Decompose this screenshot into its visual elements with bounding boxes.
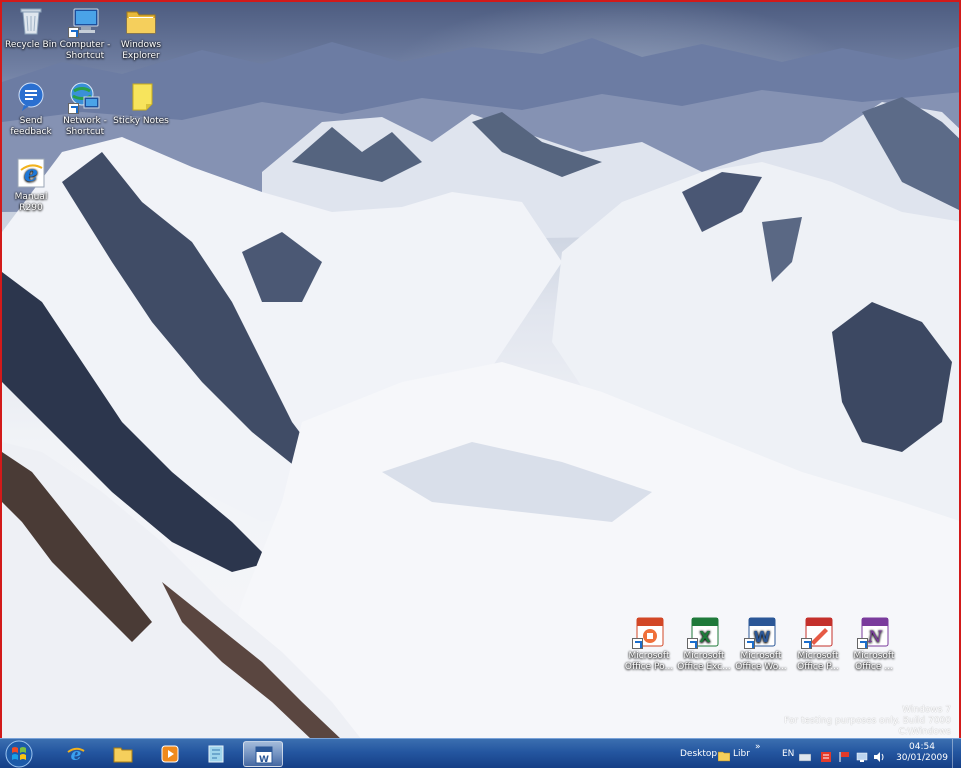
clock-time: 04:54 bbox=[909, 742, 935, 752]
language-indicator[interactable]: EN bbox=[782, 749, 794, 760]
clock-date: 30/01/2009 bbox=[896, 753, 948, 763]
desktop-icon-manual-r290[interactable]: e Manual R290 bbox=[2, 156, 60, 214]
desktop-icon-office-excel[interactable]: X Microsoft Office Exc... bbox=[675, 615, 733, 673]
desktop-icon-label: Office P... bbox=[797, 662, 839, 672]
word-icon: W bbox=[255, 746, 273, 765]
watermark-line2: For testing purposes only. Build 7000 bbox=[784, 716, 951, 726]
shortcut-arrow-icon bbox=[857, 638, 868, 649]
build-watermark: Windows 7 For testing purposes only. Bui… bbox=[784, 705, 951, 738]
internet-explorer-icon: e bbox=[14, 156, 48, 190]
shortcut-arrow-icon bbox=[632, 638, 643, 649]
desktop-icon-label: Explorer bbox=[122, 51, 160, 61]
desktop-icon-label: Office Po... bbox=[624, 662, 674, 672]
desktop-toolbar[interactable]: Desktop bbox=[680, 749, 717, 760]
svg-text:N: N bbox=[867, 627, 883, 646]
keyboard-icon[interactable] bbox=[798, 748, 812, 762]
desktop-icon-windows-explorer[interactable]: Windows Explorer bbox=[112, 4, 170, 62]
computer-icon bbox=[68, 4, 102, 38]
desktop-icon-label: Send bbox=[19, 116, 43, 126]
sticky-notes-icon bbox=[124, 80, 158, 114]
taskbar-sticky-notes[interactable] bbox=[196, 741, 236, 767]
folder-icon bbox=[717, 747, 731, 762]
desktop-icon-sticky-notes[interactable]: Sticky Notes bbox=[112, 80, 170, 127]
shortcut-arrow-icon bbox=[68, 103, 79, 114]
shortcut-arrow-icon bbox=[801, 638, 812, 649]
desktop-icon-label: Office ... bbox=[855, 662, 893, 672]
desktop-icon-office-powerpoint[interactable]: Microsoft Office Po... bbox=[620, 615, 678, 673]
taskbar-internet-explorer[interactable]: e bbox=[56, 741, 96, 767]
watermark-line3: C:\Windows bbox=[898, 727, 951, 737]
desktop-icon-label: Office Exc... bbox=[677, 662, 731, 672]
svg-text:W: W bbox=[259, 755, 269, 765]
publisher-icon bbox=[801, 615, 835, 649]
windows-logo-icon bbox=[5, 740, 33, 768]
desktop-icon-label: Windows bbox=[120, 40, 162, 50]
desktop-icon-office-publisher[interactable]: Microsoft Office P... bbox=[789, 615, 847, 673]
taskbar: e W Desktop Libr » EN 04:54 30/01/2009 bbox=[0, 738, 961, 768]
desktop-icon-label: Microsoft bbox=[683, 651, 725, 661]
flag-icon[interactable] bbox=[838, 748, 850, 762]
desktop-icon-label: Computer - bbox=[59, 40, 111, 50]
volume-icon[interactable] bbox=[873, 748, 885, 762]
desktop-icon-label: Microsoft bbox=[853, 651, 895, 661]
desktop-icon-office-onenote[interactable]: N Microsoft Office ... bbox=[845, 615, 903, 673]
sticky-notes-icon bbox=[208, 745, 224, 763]
media-player-icon bbox=[161, 745, 179, 763]
desktop-icon-network-shortcut[interactable]: Network - Shortcut bbox=[56, 80, 114, 138]
desktop-icon-computer-shortcut[interactable]: Computer - Shortcut bbox=[56, 4, 114, 62]
clock[interactable]: 04:54 30/01/2009 bbox=[893, 742, 951, 764]
desktop-icon-label: Shortcut bbox=[65, 51, 105, 61]
word-icon: W bbox=[744, 615, 778, 649]
desktop-icon-label: Microsoft bbox=[740, 651, 782, 661]
svg-text:X: X bbox=[699, 628, 711, 646]
start-button[interactable] bbox=[4, 740, 34, 768]
desktop-icon-label: Microsoft bbox=[797, 651, 839, 661]
desktop-icon-label: Shortcut bbox=[65, 127, 105, 137]
network-icon bbox=[68, 80, 102, 114]
shortcut-arrow-icon bbox=[687, 638, 698, 649]
internet-explorer-icon: e bbox=[67, 745, 85, 764]
folder-icon bbox=[124, 4, 158, 38]
onenote-icon: N bbox=[857, 615, 891, 649]
desktop-icon-label: Microsoft bbox=[628, 651, 670, 661]
feedback-icon bbox=[14, 80, 48, 114]
network-tray-icon[interactable] bbox=[856, 748, 868, 762]
desktop-icon-send-feedback[interactable]: Send feedback bbox=[2, 80, 60, 138]
desktop-icon-office-word[interactable]: W Microsoft Office Wo... bbox=[732, 615, 790, 673]
powerpoint-icon bbox=[632, 615, 666, 649]
watermark-line1: Windows 7 bbox=[902, 705, 951, 715]
taskbar-windows-explorer[interactable] bbox=[103, 741, 143, 767]
taskbar-media-player[interactable] bbox=[150, 741, 190, 767]
shortcut-arrow-icon bbox=[744, 638, 755, 649]
desktop-icon-recycle-bin[interactable]: Recycle Bin bbox=[2, 4, 60, 51]
libraries-toolbar[interactable]: Libr bbox=[733, 749, 750, 760]
svg-text:W: W bbox=[754, 628, 771, 646]
desktop-icon-label: Network - bbox=[63, 116, 107, 126]
desktop[interactable]: Recycle Bin Computer - Shortcut Windows … bbox=[0, 0, 961, 738]
desktop-icon-label: Sticky Notes bbox=[113, 116, 169, 126]
desktop-icon-label: Manual R290 bbox=[14, 192, 48, 213]
shortcut-arrow-icon bbox=[68, 27, 79, 38]
toolbar-overflow-button[interactable]: » bbox=[755, 742, 761, 753]
recycle-bin-icon bbox=[14, 4, 48, 38]
action-center-icon[interactable] bbox=[820, 748, 832, 762]
show-desktop-button[interactable] bbox=[952, 739, 961, 768]
desktop-icon-label: Recycle Bin bbox=[5, 40, 57, 50]
folder-icon bbox=[113, 747, 133, 763]
desktop-icon-label: feedback bbox=[10, 127, 52, 137]
desktop-icon-label: Office Wo... bbox=[735, 662, 787, 672]
taskbar-word[interactable]: W bbox=[243, 741, 283, 767]
excel-icon: X bbox=[687, 615, 721, 649]
